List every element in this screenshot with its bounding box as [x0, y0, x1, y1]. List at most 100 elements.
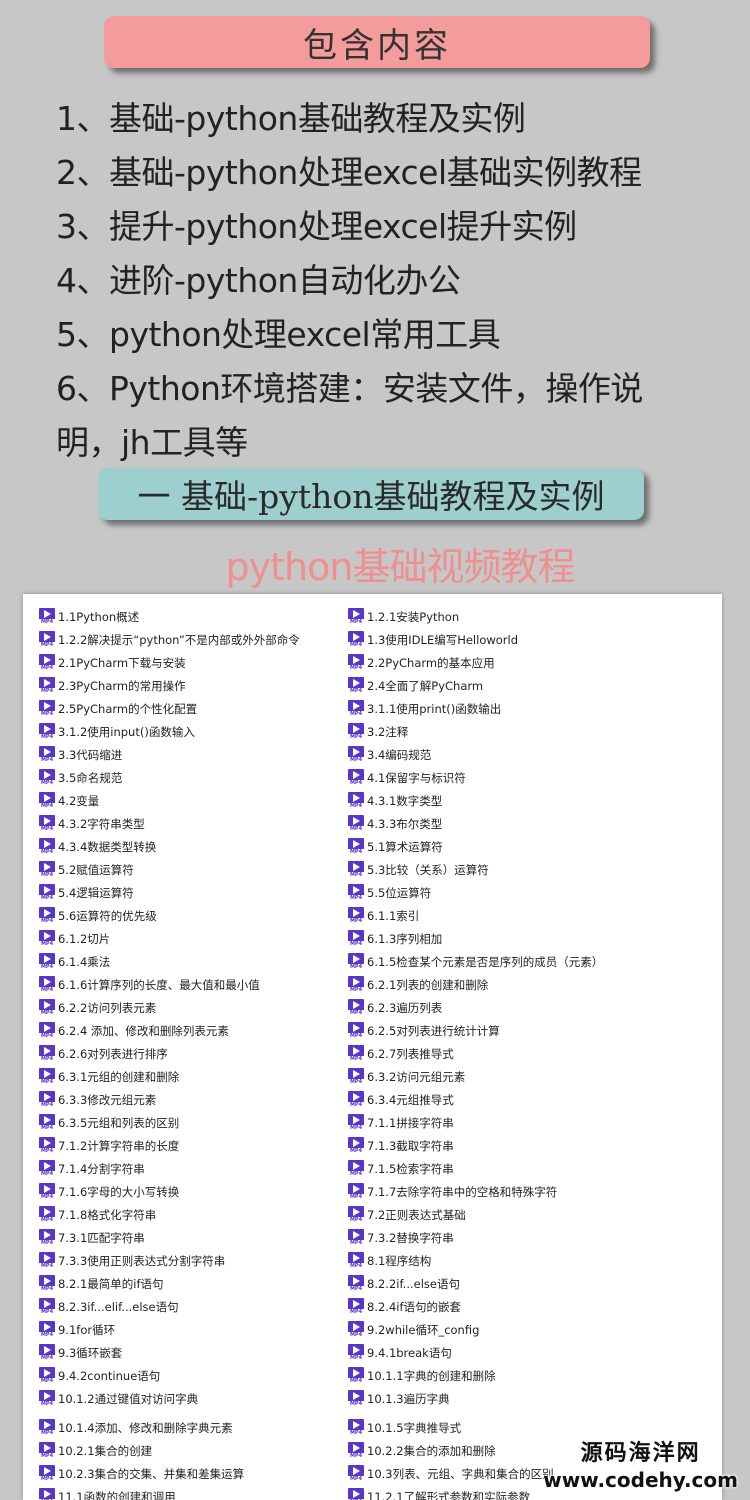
mp4-video-icon	[39, 1160, 55, 1177]
file-item[interactable]: 10.1.3遍历字典	[348, 1387, 718, 1410]
file-item[interactable]: 4.1保留字与标识符	[348, 766, 718, 789]
file-item[interactable]: 3.2注释	[348, 720, 718, 743]
mp4-video-icon	[348, 884, 364, 901]
mp4-video-icon	[39, 861, 55, 878]
file-item[interactable]: 9.3循环嵌套	[39, 1341, 349, 1364]
file-item[interactable]: 7.3.2替换字符串	[348, 1226, 718, 1249]
file-item[interactable]: 10.1.1字典的创建和删除	[348, 1364, 718, 1387]
file-item[interactable]: 6.3.3修改元组元素	[39, 1088, 349, 1111]
file-item[interactable]: 9.1for循环	[39, 1318, 349, 1341]
file-name: 6.1.2切片	[58, 931, 111, 946]
file-item[interactable]: 9.4.1break语句	[348, 1341, 718, 1364]
file-item[interactable]: 10.2.1集合的创建	[39, 1439, 349, 1462]
file-item[interactable]: 1.2.1安装Python	[348, 605, 718, 628]
file-item[interactable]: 7.1.4分割字符串	[39, 1157, 349, 1180]
file-name: 4.3.3布尔类型	[367, 816, 443, 831]
mp4-video-icon	[348, 1275, 364, 1292]
file-item[interactable]: 5.3比较（关系）运算符	[348, 858, 718, 881]
file-item[interactable]: 7.3.1匹配字符串	[39, 1226, 349, 1249]
file-item[interactable]: 7.1.6字母的大小写转换	[39, 1180, 349, 1203]
file-name: 7.3.3使用正则表达式分割字符串	[58, 1253, 226, 1268]
file-name: 3.1.2使用input()函数输入	[58, 724, 195, 739]
mp4-video-icon	[39, 1321, 55, 1338]
mp4-video-icon	[39, 746, 55, 763]
file-item[interactable]: 4.3.3布尔类型	[348, 812, 718, 835]
file-item[interactable]: 7.2正则表达式基础	[348, 1203, 718, 1226]
mp4-video-icon	[39, 608, 55, 625]
file-item[interactable]: 8.1程序结构	[348, 1249, 718, 1272]
file-item[interactable]: 2.4全面了解PyCharm	[348, 674, 718, 697]
file-item[interactable]: 1.3使用IDLE编写Helloworld	[348, 628, 718, 651]
file-item[interactable]: 4.3.4数据类型转换	[39, 835, 349, 858]
file-name: 3.3代码缩进	[58, 747, 123, 762]
file-item[interactable]: 3.4编码规范	[348, 743, 718, 766]
file-item[interactable]: 7.3.3使用正则表达式分割字符串	[39, 1249, 349, 1272]
file-item[interactable]: 4.3.1数字类型	[348, 789, 718, 812]
file-item[interactable]: 2.2PyCharm的基本应用	[348, 651, 718, 674]
file-item[interactable]: 6.3.1元组的创建和删除	[39, 1065, 349, 1088]
file-name: 2.5PyCharm的个性化配置	[58, 701, 198, 716]
file-item[interactable]: 10.1.4添加、修改和删除字典元素	[39, 1416, 349, 1439]
file-item[interactable]: 10.1.5字典推导式	[348, 1416, 718, 1439]
file-item[interactable]: 6.3.5元组和列表的区别	[39, 1111, 349, 1134]
file-item[interactable]: 3.1.2使用input()函数输入	[39, 720, 349, 743]
mp4-video-icon	[39, 1206, 55, 1223]
file-item[interactable]: 6.1.3序列相加	[348, 927, 718, 950]
file-name: 11.2.1了解形式参数和实际参数	[367, 1489, 531, 1500]
file-item[interactable]: 3.5命名规范	[39, 766, 349, 789]
file-item[interactable]: 6.1.4乘法	[39, 950, 349, 973]
file-name: 2.1PyCharm下载与安装	[58, 655, 186, 670]
file-item[interactable]: 7.1.7去除字符串中的空格和特殊字符	[348, 1180, 718, 1203]
file-item[interactable]: 7.1.1拼接字符串	[348, 1111, 718, 1134]
file-item[interactable]: 2.1PyCharm下载与安装	[39, 651, 349, 674]
file-item[interactable]: 6.1.1索引	[348, 904, 718, 927]
file-item[interactable]: 2.5PyCharm的个性化配置	[39, 697, 349, 720]
file-item[interactable]: 7.1.5检索字符串	[348, 1157, 718, 1180]
mp4-video-icon	[39, 1488, 55, 1500]
file-item[interactable]: 6.1.6计算序列的长度、最大值和最小值	[39, 973, 349, 996]
file-item[interactable]: 8.2.2if...else语句	[348, 1272, 718, 1295]
file-item[interactable]: 11.1函数的创建和调用	[39, 1485, 349, 1500]
file-item[interactable]: 3.1.1使用print()函数输出	[348, 697, 718, 720]
file-item[interactable]: 6.2.4 添加、修改和删除列表元素	[39, 1019, 349, 1042]
file-item[interactable]: 8.2.4if语句的嵌套	[348, 1295, 718, 1318]
file-item[interactable]: 6.2.6对列表进行排序	[39, 1042, 349, 1065]
file-item[interactable]: 8.2.3if...elif...else语句	[39, 1295, 349, 1318]
file-name: 8.2.2if...else语句	[367, 1276, 460, 1291]
file-item[interactable]: 6.2.1列表的创建和删除	[348, 973, 718, 996]
file-item[interactable]: 7.1.8格式化字符串	[39, 1203, 349, 1226]
contents-item: 1、基础-python基础教程及实例	[56, 99, 526, 138]
file-item[interactable]: 5.4逻辑运算符	[39, 881, 349, 904]
file-item[interactable]: 6.2.3遍历列表	[348, 996, 718, 1019]
file-item[interactable]: 1.1Python概述	[39, 605, 349, 628]
file-item[interactable]: 6.2.2访问列表元素	[39, 996, 349, 1019]
file-item[interactable]: 5.2赋值运算符	[39, 858, 349, 881]
mp4-video-icon	[348, 1160, 364, 1177]
file-item[interactable]: 7.1.2计算字符串的长度	[39, 1134, 349, 1157]
file-item[interactable]: 5.5位运算符	[348, 881, 718, 904]
file-item[interactable]: 9.4.2continue语句	[39, 1364, 349, 1387]
mp4-video-icon	[348, 746, 364, 763]
file-item[interactable]: 6.3.4元组推导式	[348, 1088, 718, 1111]
file-item[interactable]: 10.2.3集合的交集、并集和差集运算	[39, 1462, 349, 1485]
file-item[interactable]: 3.3代码缩进	[39, 743, 349, 766]
file-name: 7.2正则表达式基础	[367, 1207, 466, 1222]
file-item[interactable]: 4.2变量	[39, 789, 349, 812]
file-item[interactable]: 1.2.2解决提示“python”不是内部或外外部命令	[39, 628, 349, 651]
file-item[interactable]: 6.1.5检查某个元素是否是序列的成员（元素）	[348, 950, 718, 973]
file-item[interactable]: 5.6运算符的优先级	[39, 904, 349, 927]
file-name: 6.1.5检查某个元素是否是序列的成员（元素）	[367, 954, 604, 969]
file-item[interactable]: 4.3.2字符串类型	[39, 812, 349, 835]
file-item[interactable]: 2.3PyCharm的常用操作	[39, 674, 349, 697]
file-item[interactable]: 10.1.2通过键值对访问字典	[39, 1387, 349, 1410]
file-item[interactable]: 6.2.5对列表进行统计计算	[348, 1019, 718, 1042]
file-item[interactable]: 7.1.3截取字符串	[348, 1134, 718, 1157]
file-item[interactable]: 9.2while循环_config	[348, 1318, 718, 1341]
file-item[interactable]: 6.3.2访问元组元素	[348, 1065, 718, 1088]
file-name: 6.2.1列表的创建和删除	[367, 977, 489, 992]
file-item[interactable]: 8.2.1最简单的if语句	[39, 1272, 349, 1295]
file-item[interactable]: 6.1.2切片	[39, 927, 349, 950]
file-item[interactable]: 5.1算术运算符	[348, 835, 718, 858]
file-name: 8.2.1最简单的if语句	[58, 1276, 164, 1291]
file-item[interactable]: 6.2.7列表推导式	[348, 1042, 718, 1065]
